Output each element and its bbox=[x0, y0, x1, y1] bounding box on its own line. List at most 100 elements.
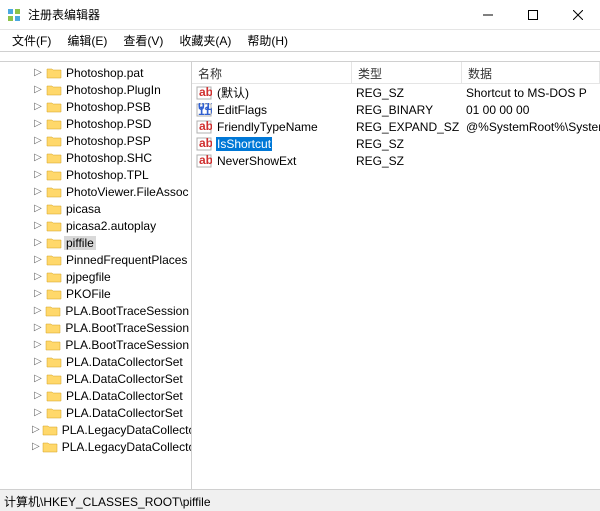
list-row[interactable]: ab(默认)REG_SZShortcut to MS-DOS P bbox=[192, 84, 600, 101]
tree-node[interactable]: ▷ PLA.BootTraceSession bbox=[0, 336, 191, 353]
value-data: Shortcut to MS-DOS P bbox=[460, 86, 600, 100]
tree-node[interactable]: ▷ PLA.DataCollectorSet bbox=[0, 387, 191, 404]
list-row[interactable]: abNeverShowExtREG_SZ bbox=[192, 152, 600, 169]
tree-node[interactable]: ▷PLA.BootTraceSession bbox=[0, 319, 191, 336]
folder-icon bbox=[45, 338, 61, 352]
expand-icon[interactable]: ▷ bbox=[32, 441, 40, 452]
value-type: REG_BINARY bbox=[350, 103, 460, 117]
tree-node[interactable]: ▷Photoshop.PlugIn bbox=[0, 81, 191, 98]
tree-node[interactable]: ▷ pjpegfile bbox=[0, 268, 191, 285]
tree-node[interactable]: ▷Photoshop.PSB bbox=[0, 98, 191, 115]
expand-icon[interactable]: ▷ bbox=[32, 322, 43, 333]
tree-node[interactable]: ▷ picasa bbox=[0, 200, 191, 217]
value-name: IsShortcut bbox=[212, 137, 350, 151]
expand-icon[interactable]: ▷ bbox=[32, 152, 44, 163]
folder-icon bbox=[46, 270, 62, 284]
expand-icon[interactable]: ▷ bbox=[32, 67, 44, 78]
window-title: 注册表编辑器 bbox=[28, 6, 465, 23]
app-icon bbox=[6, 7, 22, 23]
menu-edit[interactable]: 编辑(E) bbox=[59, 30, 115, 51]
tree-label: Photoshop.pat bbox=[64, 66, 145, 80]
tree-node[interactable]: ▷PhotoViewer.FileAssoc bbox=[0, 183, 191, 200]
tree-node[interactable]: ▷ Photoshop.SHC bbox=[0, 149, 191, 166]
list-row[interactable]: 011110EditFlagsREG_BINARY01 00 00 00 bbox=[192, 101, 600, 118]
status-path: 计算机\HKEY_CLASSES_ROOT\piffile bbox=[4, 495, 211, 509]
tree-label: picasa2.autoplay bbox=[64, 219, 158, 233]
tree-label: PLA.LegacyDataCollector bbox=[60, 440, 192, 454]
expand-icon[interactable]: ▷ bbox=[32, 220, 44, 231]
menu-view[interactable]: 查看(V) bbox=[115, 30, 171, 51]
tree-node[interactable]: ▷ Photoshop.pat bbox=[0, 64, 191, 81]
tree-node[interactable]: ▷PinnedFrequentPlaces bbox=[0, 251, 191, 268]
folder-icon bbox=[46, 66, 62, 80]
folder-icon bbox=[46, 406, 62, 420]
expand-icon[interactable]: ▷ bbox=[32, 339, 43, 350]
expand-icon[interactable]: ▷ bbox=[32, 288, 44, 299]
folder-icon bbox=[42, 423, 58, 437]
tree-node[interactable]: ▷ picasa2.autoplay bbox=[0, 217, 191, 234]
expand-icon[interactable]: ▷ bbox=[32, 305, 43, 316]
folder-icon bbox=[46, 83, 62, 97]
window-buttons bbox=[465, 0, 600, 29]
tree-label: pjpegfile bbox=[64, 270, 113, 284]
tree-node[interactable]: ▷ PLA.DataCollectorSet bbox=[0, 404, 191, 421]
folder-icon bbox=[46, 236, 62, 250]
expand-icon[interactable]: ▷ bbox=[32, 169, 44, 180]
expand-icon[interactable]: ▷ bbox=[32, 118, 44, 129]
maximize-button[interactable] bbox=[510, 0, 555, 29]
list-row[interactable]: abIsShortcutREG_SZ bbox=[192, 135, 600, 152]
column-data[interactable]: 数据 bbox=[462, 62, 600, 83]
list-row[interactable]: abFriendlyTypeNameREG_EXPAND_SZ@%SystemR… bbox=[192, 118, 600, 135]
tree-label: Photoshop.SHC bbox=[64, 151, 154, 165]
menu-favorites[interactable]: 收藏夹(A) bbox=[171, 30, 239, 51]
column-type[interactable]: 类型 bbox=[352, 62, 462, 83]
tree-label: PLA.DataCollectorSet bbox=[64, 389, 185, 403]
tree-label: PLA.DataCollectorSet bbox=[64, 406, 185, 420]
expand-icon[interactable]: ▷ bbox=[32, 373, 44, 384]
expand-icon[interactable]: ▷ bbox=[32, 203, 44, 214]
expand-icon[interactable]: ▷ bbox=[32, 254, 44, 265]
value-data: @%SystemRoot%\System32 bbox=[460, 120, 600, 134]
minimize-button[interactable] bbox=[465, 0, 510, 29]
folder-icon bbox=[42, 440, 58, 454]
tree-node[interactable]: ▷ PLA.LegacyDataCollector bbox=[0, 421, 191, 438]
close-button[interactable] bbox=[555, 0, 600, 29]
value-list[interactable]: 名称 类型 数据 ab(默认)REG_SZShortcut to MS-DOS … bbox=[192, 62, 600, 489]
tree-label: picasa bbox=[64, 202, 103, 216]
value-name: NeverShowExt bbox=[212, 154, 350, 168]
folder-icon bbox=[45, 321, 61, 335]
tree-label: PLA.LegacyDataCollector bbox=[60, 423, 192, 437]
expand-icon[interactable]: ▷ bbox=[32, 135, 44, 146]
menu-file[interactable]: 文件(F) bbox=[4, 30, 59, 51]
tree-node[interactable]: ▷PKOFile bbox=[0, 285, 191, 302]
menu-help[interactable]: 帮助(H) bbox=[239, 30, 296, 51]
expand-icon[interactable]: ▷ bbox=[32, 101, 44, 112]
tree-label: PLA.BootTraceSession bbox=[63, 338, 191, 352]
expand-icon[interactable]: ▷ bbox=[32, 424, 40, 435]
expand-icon[interactable]: ▷ bbox=[32, 84, 44, 95]
expand-icon[interactable]: ▷ bbox=[32, 356, 44, 367]
value-type: REG_SZ bbox=[350, 86, 460, 100]
tree-node[interactable]: ▷PLA.BootTraceSession bbox=[0, 302, 191, 319]
tree-node[interactable]: ▷PLA.DataCollectorSet bbox=[0, 353, 191, 370]
folder-icon bbox=[46, 287, 62, 301]
registry-tree[interactable]: ▷Photoshop.pat▷Photoshop.PlugIn▷Photosho… bbox=[0, 62, 192, 489]
tree-node[interactable]: ▷Photoshop.TPL bbox=[0, 166, 191, 183]
column-name[interactable]: 名称 bbox=[192, 62, 352, 83]
tree-node[interactable]: ▷Photoshop.PSP bbox=[0, 132, 191, 149]
titlebar: 注册表编辑器 bbox=[0, 0, 600, 30]
tree-node[interactable]: ▷ PLA.LegacyDataCollector bbox=[0, 438, 191, 455]
expand-icon[interactable]: ▷ bbox=[32, 186, 44, 197]
tree-node[interactable]: ▷piffile bbox=[0, 234, 191, 251]
tree-node[interactable]: ▷PLA.DataCollectorSet bbox=[0, 370, 191, 387]
value-icon: 011110 bbox=[196, 103, 212, 117]
expand-icon[interactable]: ▷ bbox=[32, 407, 44, 418]
expand-icon[interactable]: ▷ bbox=[32, 271, 44, 282]
tree-node[interactable]: ▷ Photoshop.PSD bbox=[0, 115, 191, 132]
expand-icon[interactable]: ▷ bbox=[32, 390, 44, 401]
value-data: 01 00 00 00 bbox=[460, 103, 600, 117]
tree-label: Photoshop.PSD bbox=[64, 117, 153, 131]
folder-icon bbox=[46, 134, 62, 148]
toolbar bbox=[0, 52, 600, 62]
expand-icon[interactable]: ▷ bbox=[32, 237, 44, 248]
